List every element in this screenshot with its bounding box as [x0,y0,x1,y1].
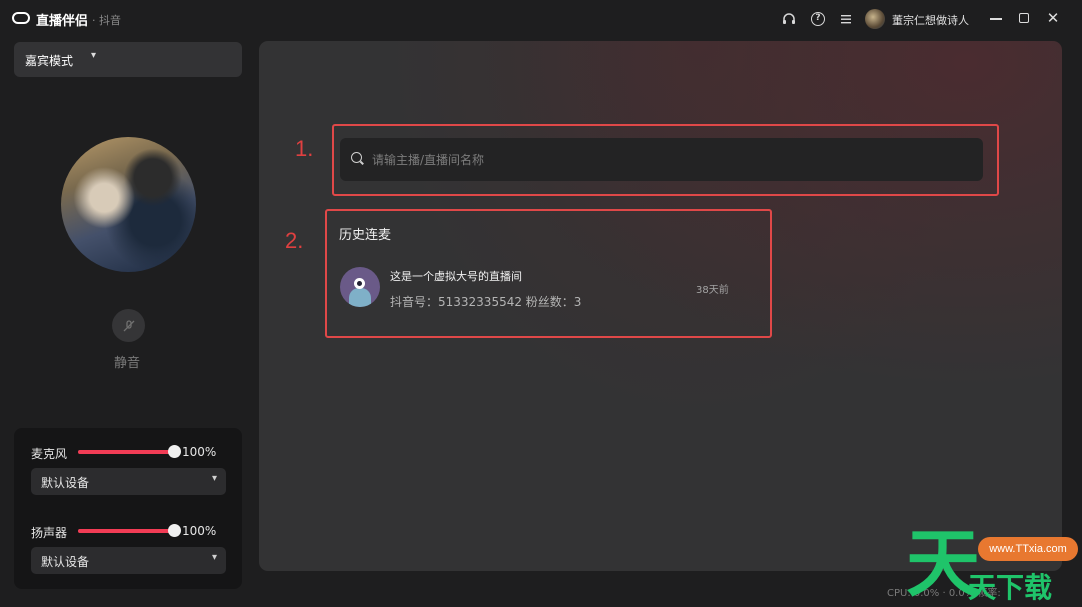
speaker-volume-fill [78,529,174,533]
headset-icon[interactable] [782,12,796,26]
chevron-down-icon: ▾ [211,552,217,563]
help-icon[interactable]: ? [811,12,825,26]
speaker-volume-value: 100% [182,524,217,538]
user-name[interactable]: 董宗仁想做诗人 [892,12,969,28]
history-title: 历史连麦 [339,228,392,243]
close-button[interactable]: ✕ [1045,10,1061,26]
room-meta: 抖音号：51332335542 粉丝数：3 [390,295,582,309]
mic-device-select[interactable]: 默认设备 ▾ [31,468,226,495]
search-box[interactable] [340,138,983,181]
maximize-button[interactable] [1016,10,1032,26]
speaker-volume-thumb[interactable] [168,524,181,537]
minimize-button[interactable] [988,10,1004,26]
chevron-down-icon: ▾ [211,473,217,484]
mic-label: 麦克风 [31,447,68,461]
annotation-2: 2. [285,228,304,253]
annotation-1: 1. [295,136,314,161]
mic-volume-slider[interactable] [78,445,181,458]
mute-label: 静音 [114,356,141,371]
mode-dropdown[interactable]: 嘉宾模式 ▾ [14,42,242,77]
mic-volume-thumb[interactable] [168,445,181,458]
app-platform-label: · 抖音 [92,14,121,27]
mic-device-label: 默认设备 [41,476,90,490]
speaker-device-label: 默认设备 [41,555,90,569]
speaker-label: 扬声器 [31,526,68,540]
search-input[interactable] [370,144,964,176]
mute-button[interactable] [112,309,145,342]
mic-volume-value: 100% [182,445,217,459]
watermark-url: www.TTxia.com [978,537,1078,561]
room-name: 这是一个虚拟大号的直播间 [390,270,522,283]
mic-volume-fill [78,450,174,454]
audio-settings-panel: 麦克风 100% 默认设备 ▾ 扬声器 100% 默认设备 ▾ [14,428,242,589]
watermark-text: 天下载 [968,571,1053,604]
mic-off-icon [123,319,134,331]
search-icon [351,152,362,163]
speaker-device-select[interactable]: 默认设备 ▾ [31,547,226,574]
history-list-item[interactable]: 这是一个虚拟大号的直播间 抖音号：51332335542 粉丝数：3 38天前 [338,265,738,313]
room-time: 38天前 [696,285,729,296]
title-bar: 直播伴侣 · 抖音 ? 董宗仁想做诗人 ✕ [0,0,1082,38]
speaker-volume-slider[interactable] [78,524,181,537]
app-logo-icon [12,12,30,24]
chevron-down-icon: ▾ [91,50,97,61]
room-avatar [340,267,380,307]
menu-icon[interactable] [839,12,853,26]
guest-avatar [61,137,196,272]
app-name: 直播伴侣 [36,14,89,29]
mode-label: 嘉宾模式 [25,54,74,68]
user-avatar[interactable] [865,9,885,29]
